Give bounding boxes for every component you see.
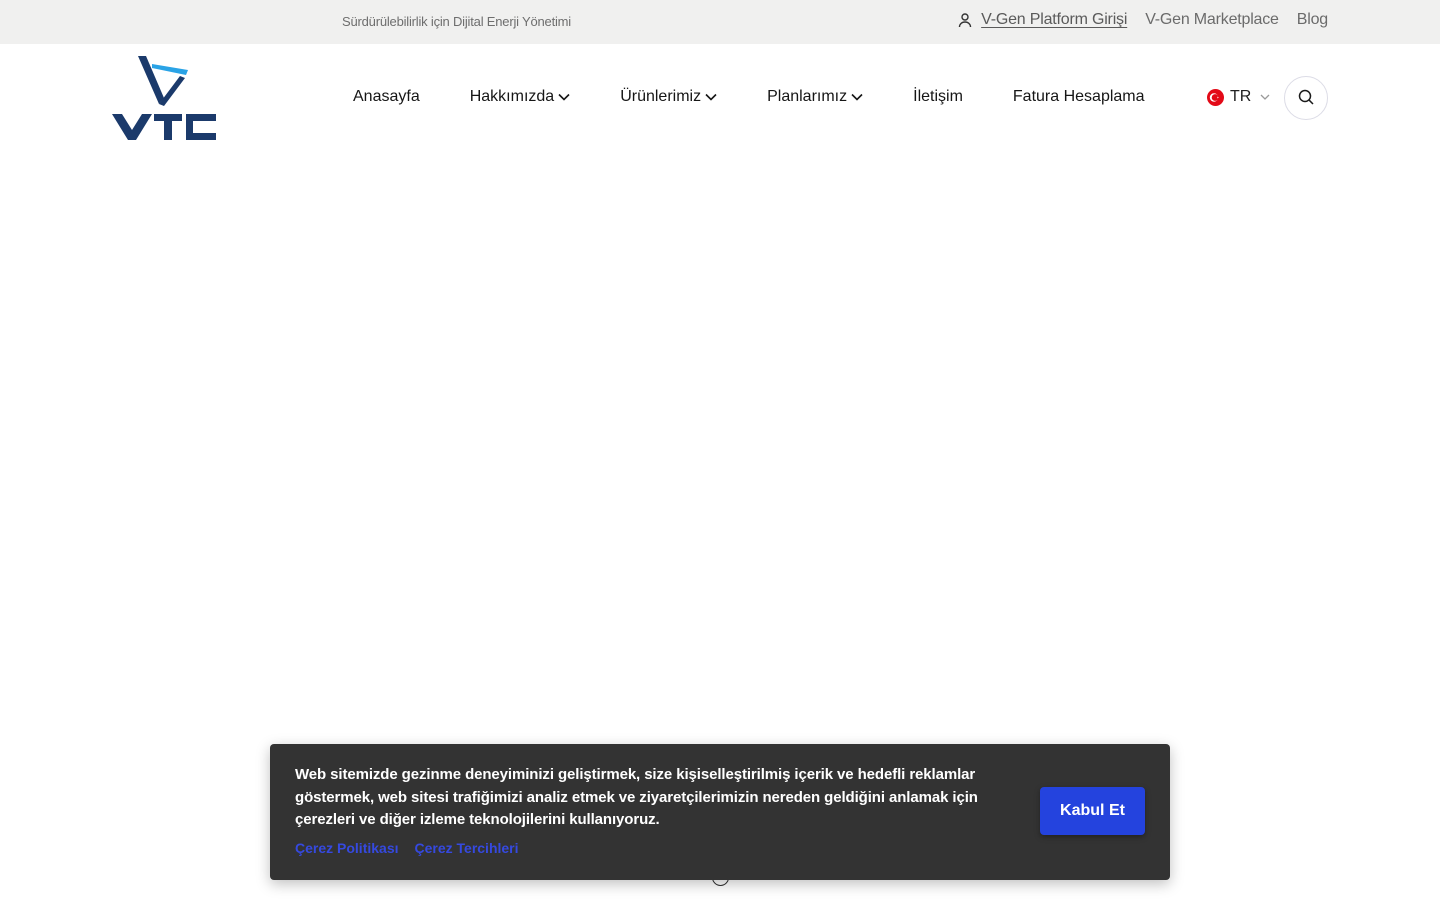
nav-label: Fatura Hesaplama [1012,88,1145,105]
nav-label: Planlarımız [767,88,848,105]
accept-cookies-button[interactable]: Kabul Et [1040,787,1145,835]
nav-label: Anasayfa [353,88,420,105]
nav-item-home[interactable]: Anasayfa [353,88,420,106]
cookie-policy-link[interactable]: Çerez Politikası [295,840,399,856]
nav-item-products[interactable]: Ürünlerimiz [620,88,717,106]
vtc-enerji-logo[interactable] [112,54,218,144]
nav-label: İletişim [913,88,963,105]
marketplace-link[interactable]: V-Gen Marketplace [1145,11,1279,29]
language-code: TR [1230,88,1252,105]
user-icon [957,12,973,28]
turkey-flag-icon [1207,88,1224,106]
cookie-banner: Web sitemizde gezinme deneyiminizi geliş… [270,744,1170,880]
nav-item-bill-calculator[interactable]: Fatura Hesaplama [1013,88,1145,106]
main-header: Anasayfa Hakkımızda Ürünlerimiz Planları… [0,44,1440,152]
nav-label: Hakkımızda [469,88,555,105]
cookie-message: Web sitemizde gezinme deneyiminizi geliş… [295,766,978,828]
top-links: V-Gen Platform Girişi V-Gen Marketplace … [957,11,1328,29]
blog-link[interactable]: Blog [1297,11,1328,29]
nav-item-about[interactable]: Hakkımızda [470,88,570,106]
search-icon [1297,88,1315,109]
top-utility-bar: Sürdürülebilirlik için Dijital Enerji Yö… [0,0,1440,44]
chevron-down-icon [1260,94,1270,100]
nav-item-contact[interactable]: İletişim [913,88,963,106]
main-navigation: Anasayfa Hakkımızda Ürünlerimiz Planları… [353,88,1145,106]
cookie-links: Çerez Politikası Çerez Tercihleri [295,840,519,856]
search-button[interactable] [1284,76,1328,120]
nav-label: Ürünlerimiz [620,88,702,105]
language-selector[interactable]: TR [1207,88,1270,106]
cookie-preferences-link[interactable]: Çerez Tercihleri [415,840,519,856]
chevron-down-icon [851,93,863,101]
chevron-down-icon [705,93,717,101]
site-tagline: Sürdürülebilirlik için Dijital Enerji Yö… [342,14,571,29]
platform-login-label: V-Gen Platform Girişi [981,11,1128,28]
chevron-down-icon [558,93,570,101]
nav-item-plans[interactable]: Planlarımız [767,88,863,106]
platform-login-link[interactable]: V-Gen Platform Girişi [957,11,1127,29]
